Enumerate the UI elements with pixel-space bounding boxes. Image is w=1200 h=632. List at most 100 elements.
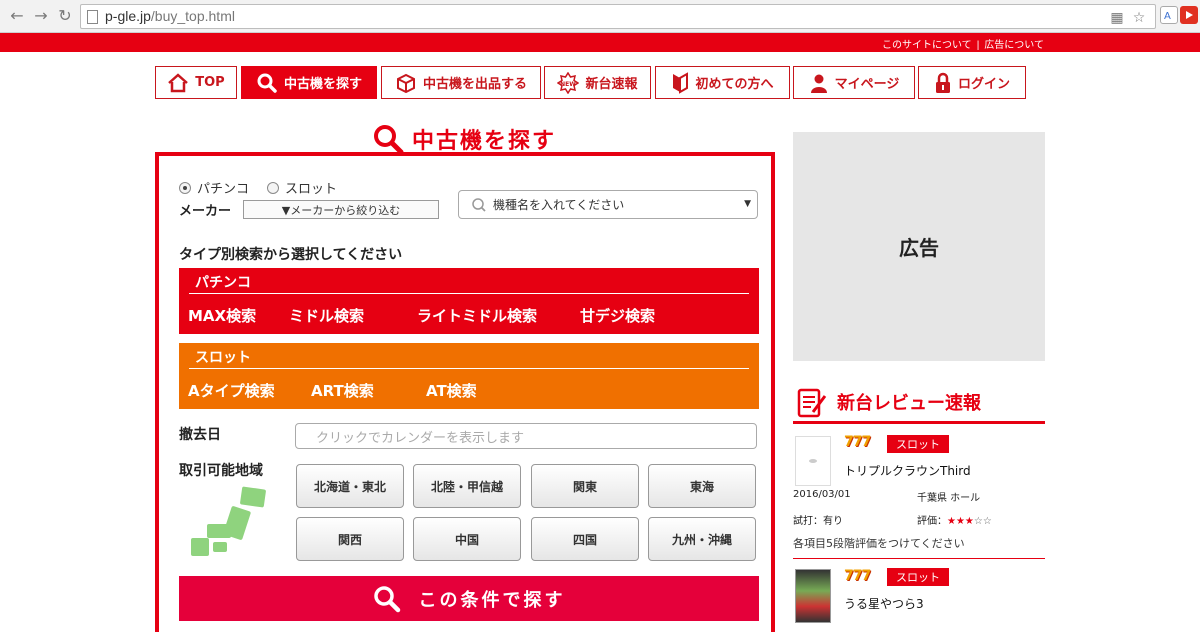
search-icon [472,197,486,212]
site-top-bar: このサイトについて | 広告について [0,33,1200,52]
radio-dot[interactable] [179,181,191,194]
model-name-combobox[interactable]: 機種名を入れてください ▼ [458,190,758,219]
extension-icon[interactable]: A [1160,6,1178,24]
section-title-text: 中古機を探す [412,129,557,154]
new-badge-icon: NEW [557,71,580,94]
review-location: 千葉県 ホール [917,493,981,504]
media-extension-icon[interactable] [1180,6,1198,24]
region-tokai[interactable]: 東海 [648,464,756,508]
review-section-title: 新台レビュー速報 [795,386,981,418]
address-bar[interactable]: p-gle.jp/buy_top.html ▦ ☆ [80,4,1156,29]
reload-icon[interactable]: ↻ [56,6,74,26]
lock-icon [935,72,950,93]
region-kyushu-okinawa[interactable]: 九州・沖縄 [648,517,756,561]
type-search-heading: タイプ別検索から選択してください [179,247,403,263]
triple-seven-icon: 777 [844,568,871,584]
search-panel: パチンコ スロット メーカー ▼メーカーから絞り込む 機種名を入れてください ▼… [155,152,775,632]
dropdown-arrow-icon: ▼ [744,199,751,209]
search-section-title: 中古機を探す [372,124,557,155]
region-kansai[interactable]: 関西 [296,517,404,561]
region-chugoku[interactable]: 中国 [413,517,521,561]
review-title-text: 新台レビュー速報 [837,393,981,414]
art-search-link[interactable]: ART検索 [311,380,374,401]
forward-arrow-icon[interactable]: → [32,6,50,26]
nav-search-used[interactable]: 中古機を探す [241,66,377,99]
at-search-link[interactable]: AT検索 [426,380,477,401]
url-text: p-gle.jp/buy_top.html [105,8,235,24]
review-title-underline [793,421,1045,424]
slot-tag: スロット [887,568,949,586]
nav-top[interactable]: TOP [155,66,237,99]
removal-date-label: 撤去日 [179,427,221,443]
a-type-search-link[interactable]: Aタイプ検索 [188,380,275,401]
home-icon [168,72,189,92]
region-hokuriku-koshinetsu[interactable]: 北陸・甲信越 [413,464,521,508]
nav-label: 中古機を探す [283,77,362,92]
ad-banner[interactable]: 広告 [793,132,1045,361]
radio-label: パチンコ [197,182,250,197]
nav-new-machines[interactable]: NEW 新台速報 [544,66,651,99]
search-icon [374,125,404,155]
nav-sell-used[interactable]: 中古機を出品する [381,66,541,99]
nav-login[interactable]: ログイン [918,66,1026,99]
rating-label: 評価： [917,516,947,527]
machine-type-radios: パチンコ スロット [179,178,337,197]
submit-label: この条件で探す [418,589,566,611]
back-arrow-icon[interactable]: ← [8,6,26,26]
light-middle-search-link[interactable]: ライトミドル検索 [417,305,537,326]
slot-type-block: スロット Aタイプ検索 ART検索 AT検索 [179,343,759,409]
region-kanto[interactable]: 関東 [531,464,639,508]
nav-beginners[interactable]: 初めての方へ [655,66,790,99]
pachinko-type-block: パチンコ MAX検索 ミドル検索 ライトミドル検索 甘デジ検索 [179,268,759,334]
about-site-link[interactable]: このサイトについて [882,40,972,51]
browser-toolbar: ← → ↻ p-gle.jp/buy_top.html ▦ ☆ A [0,0,1200,33]
region-shikoku[interactable]: 四国 [531,517,639,561]
review-date: 2016/03/01 [793,489,851,500]
maker-filter-select[interactable]: ▼メーカーから絞り込む [243,200,439,219]
machine-thumbnail [795,436,831,486]
search-icon [373,585,400,612]
japan-map-icon [191,486,266,556]
review-memo-icon [797,388,827,418]
machine-name[interactable]: トリプルクラウンThird [844,462,971,479]
model-placeholder: 機種名を入れてください [493,198,625,212]
amadeji-search-link[interactable]: 甘デジ検索 [580,305,655,326]
slot-tag: スロット [887,435,949,453]
radio-pachinko[interactable]: パチンコ [179,178,249,197]
rating: 評価：★★★☆☆ [917,512,992,527]
machine-name[interactable]: うる星やつら3 [844,595,924,612]
box-icon [396,73,415,93]
nav-mypage[interactable]: マイページ [793,66,915,99]
middle-search-link[interactable]: ミドル検索 [289,305,364,326]
removal-date-input[interactable]: クリックでカレンダーを表示します [295,423,757,449]
divider [189,293,749,294]
bookmark-star-icon[interactable]: ☆ [1131,10,1147,26]
block-title: スロット [195,350,251,366]
triple-seven-icon: 777 [844,434,871,450]
nav-label: 中古機を出品する [422,77,527,92]
svg-text:A: A [1164,11,1171,22]
block-title: パチンコ [195,275,251,291]
radio-dot[interactable] [267,181,280,194]
search-submit-button[interactable]: この条件で探す [179,576,759,621]
nav-label: ログイン [957,77,1010,92]
ad-info-link[interactable]: 広告について [984,40,1044,51]
divider [189,368,749,369]
svg-text:NEW: NEW [561,81,577,88]
machine-thumbnail [795,569,831,623]
review-item[interactable]: 777 スロット うる星やつら3 [793,564,1045,623]
review-item[interactable]: 777 スロット トリプルクラウンThird 2016/03/01 千葉県 ホー… [793,432,1045,560]
trial-status: 試打：有り [793,516,843,527]
beginner-mark-icon [673,71,689,94]
search-icon [257,73,277,93]
rating-note: 各項目5段階評価をつけてください [793,537,965,550]
rating-stars: ★★★☆☆ [947,516,992,527]
radio-slot[interactable]: スロット [267,178,337,197]
max-search-link[interactable]: MAX検索 [188,305,256,326]
region-hokkaido-tohoku[interactable]: 北海道・東北 [296,464,404,508]
review-divider [793,558,1045,559]
nav-label: マイページ [834,77,900,92]
translate-icon[interactable]: ▦ [1109,10,1125,26]
maker-label: メーカー [179,204,232,219]
ad-label: 広告 [899,236,939,260]
